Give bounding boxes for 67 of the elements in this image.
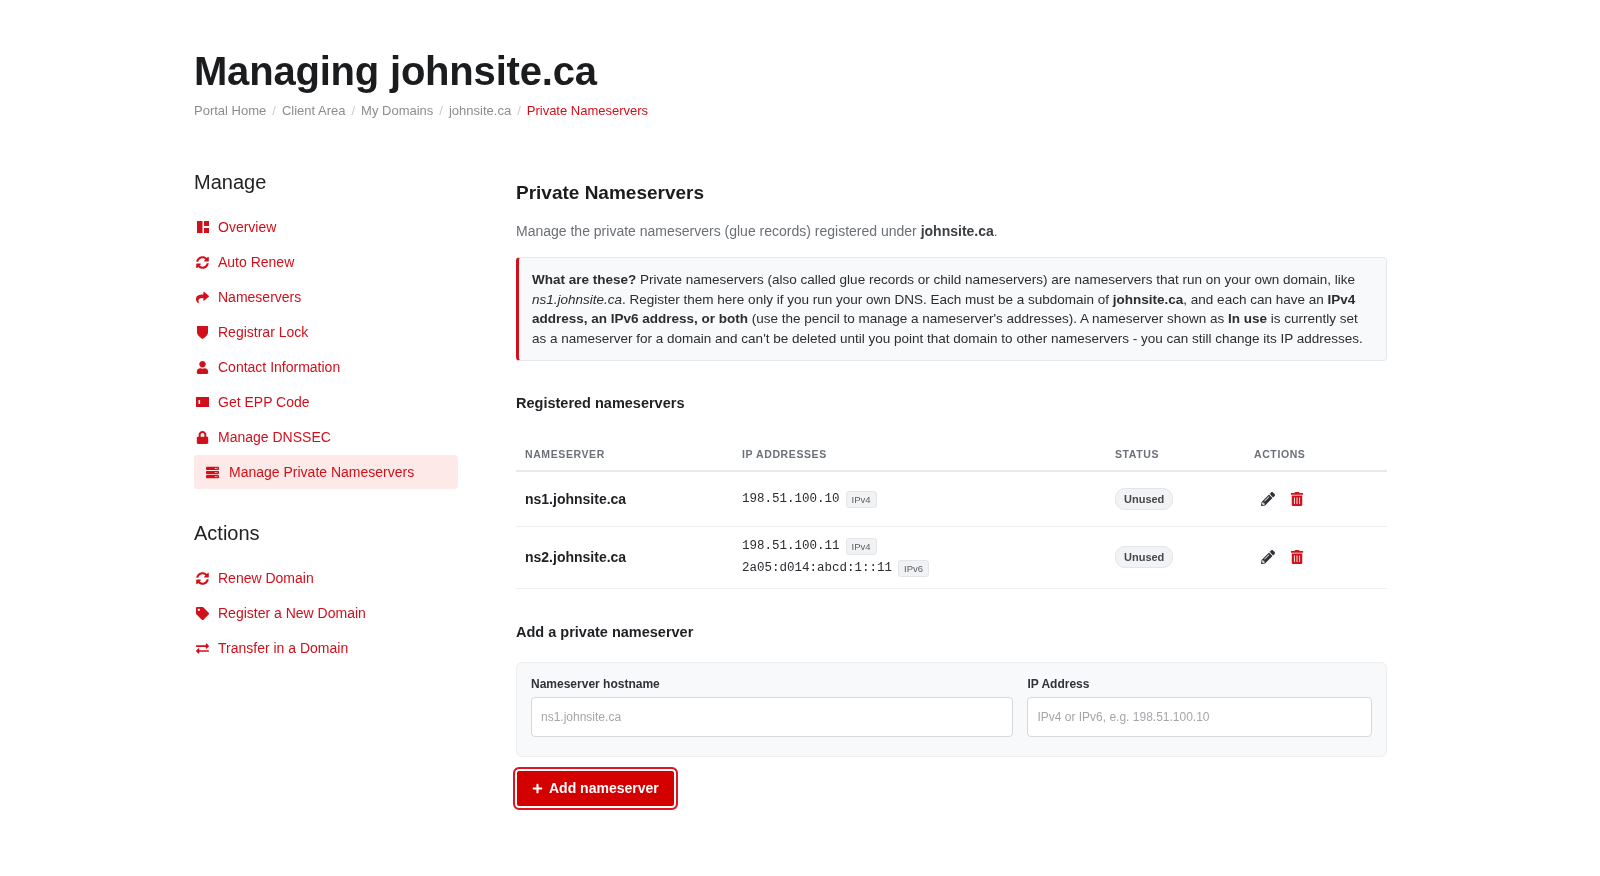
page-title: Managing johnsite.ca (194, 48, 599, 95)
ip-type-badge: IPv4 (845, 490, 877, 508)
info-callout: What are these? Private nameservers (also called glue records or child nameservers) are nameservers that run on your own domain, like ns1.johnsite.ca. Register them here only if you run your own DNS. Each must be a subdomain of johnsite.ca, and each can have an IPv4 address, an IPv6 address, or both (use the pencil to manage a nameserver's addresses). A nameserver shown as In use is currently set as a nameserver for a domain and can't be deleted until you point that domain to other nameservers - you can still change its IP addresses. (516, 257, 1387, 362)
ip-address: 2a05:d014:abcd:1::11 (742, 561, 893, 576)
column-header: ACTIONS (1245, 437, 1387, 472)
input-field[interactable]: IPv4 or IPv6, e.g. 198.51.100.10 (1027, 696, 1372, 737)
section-title: Private Nameservers (516, 181, 706, 205)
edit-button[interactable] (1261, 492, 1275, 507)
pencil-icon (1261, 492, 1275, 507)
status-badge: Unused (1115, 488, 1174, 511)
breadcrumb-separator: / (272, 102, 276, 120)
breadcrumb-link[interactable]: Private Nameservers (526, 102, 649, 120)
sidebar-link[interactable]: Get EPP Code (194, 385, 458, 419)
trash-icon (1290, 550, 1304, 565)
sidebar-heading: Actions (194, 521, 261, 546)
column-header: IP ADDRESSES (733, 437, 1106, 472)
ip-type-badge: IPv6 (898, 559, 930, 577)
card-icon (196, 397, 209, 407)
breadcrumb-separator: / (439, 102, 443, 120)
column-header: NAMESERVER (516, 437, 733, 472)
sidebar-link[interactable]: Manage DNSSEC (194, 420, 458, 454)
ip-type-badge: IPv4 (845, 537, 877, 555)
share-arrow-icon (196, 290, 209, 304)
sidebar-link[interactable]: Register a New Domain (194, 596, 458, 630)
refresh-icon (196, 255, 209, 269)
nameserver-cell: ns1.johnsite.ca (516, 471, 733, 527)
swap-arrows-icon (196, 641, 209, 655)
sidebar-link[interactable]: Overview (194, 210, 458, 244)
delete-button[interactable] (1290, 492, 1304, 507)
field-label: IP Address (1027, 675, 1091, 692)
sidebar-heading: Manage (194, 170, 268, 195)
nameserver-cell: ns2.johnsite.ca (516, 526, 733, 589)
breadcrumb-link[interactable]: My Domains (361, 102, 434, 120)
trash-icon (1290, 492, 1304, 507)
sidebar-link[interactable]: Renew Domain (194, 561, 458, 595)
plus-icon (532, 782, 543, 794)
edit-button[interactable] (1261, 550, 1275, 565)
layout-grid-icon (196, 221, 209, 233)
server-icon (206, 465, 219, 479)
shield-icon (197, 325, 208, 339)
refresh-icon (196, 571, 209, 585)
field-label: Nameserver hostname (531, 675, 661, 692)
lock-icon (196, 430, 209, 444)
input-field[interactable]: ns1.johnsite.ca (531, 696, 1014, 737)
breadcrumb-link[interactable]: johnsite.ca (448, 102, 512, 120)
ip-address: 198.51.100.10 (742, 492, 840, 507)
subsection-title: Registered nameservers (516, 394, 686, 414)
breadcrumb-link[interactable]: Portal Home (194, 102, 267, 120)
column-header: STATUS (1106, 437, 1245, 472)
add-nameserver-button[interactable]: Add nameserver (513, 766, 678, 810)
status-badge: Unused (1115, 546, 1174, 569)
tag-icon (196, 606, 209, 620)
breadcrumb-separator: / (351, 102, 356, 120)
breadcrumb-link[interactable]: Client Area (281, 102, 346, 120)
user-icon (196, 360, 209, 374)
sidebar-link[interactable]: Contact Information (194, 350, 458, 384)
sidebar-link[interactable]: Auto Renew (194, 245, 458, 279)
pencil-icon (1261, 550, 1275, 565)
sidebar-link[interactable]: Nameservers (194, 280, 458, 314)
sidebar-link[interactable]: Registrar Lock (194, 315, 458, 349)
sidebar-link[interactable]: Transfer in a Domain (194, 631, 458, 665)
ip-address: 198.51.100.11 (742, 539, 840, 554)
subsection-title: Add a private nameserver (516, 622, 695, 642)
description-text: Manage the private nameservers (glue records) registered under johnsite.ca. (516, 222, 999, 241)
breadcrumb-separator: / (517, 102, 521, 120)
delete-button[interactable] (1290, 550, 1304, 565)
sidebar-link[interactable]: Manage Private Nameservers (194, 455, 458, 489)
